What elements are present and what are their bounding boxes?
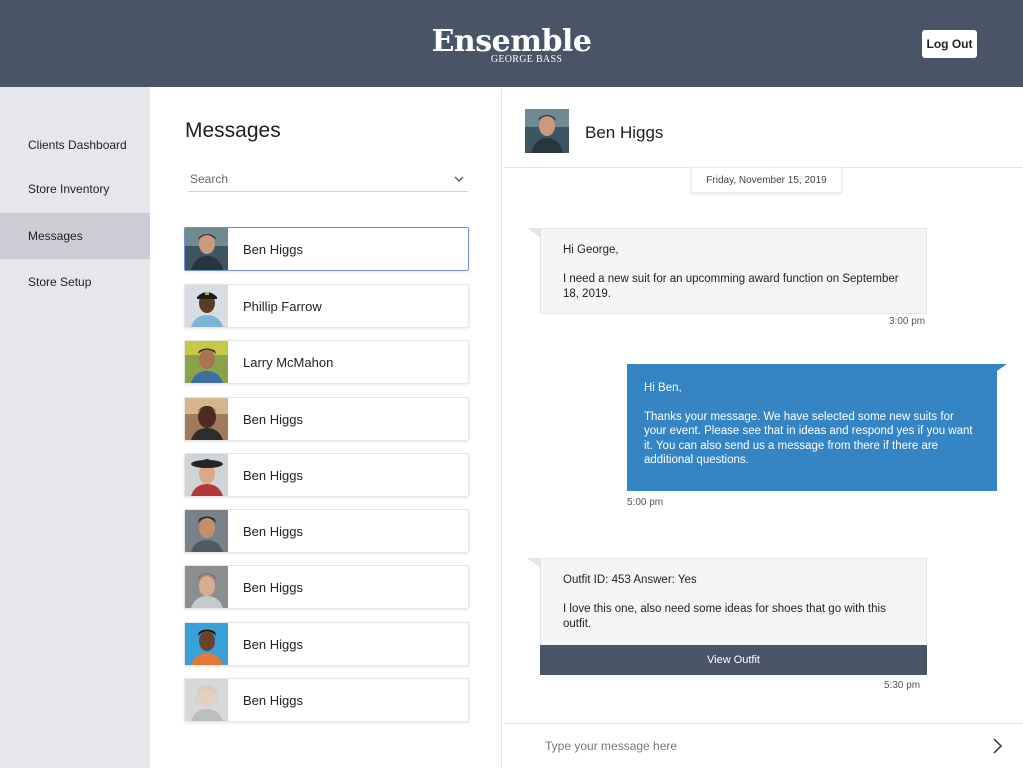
sidebar-item-store-inventory[interactable]: Store Inventory [0, 166, 150, 212]
app-header: Ensemble GEORGE BASS Log Out [0, 0, 1023, 87]
avatar [185, 285, 228, 327]
avatar [185, 566, 228, 608]
avatar [185, 623, 228, 665]
contact-name: Ben Higgs [243, 692, 303, 708]
brand-subtitle: GEORGE BASS [490, 54, 563, 65]
contact-name: Ben Higgs [243, 411, 303, 427]
contact-item[interactable]: Larry McMahon [184, 340, 469, 384]
avatar [185, 341, 228, 383]
chat-contact-name: Ben Higgs [585, 123, 664, 142]
chat-header: Ben Higgs [503, 87, 1023, 168]
avatar [185, 510, 228, 552]
search-placeholder: Search [190, 172, 229, 186]
contact-name: Ben Higgs [243, 523, 303, 539]
avatar [185, 454, 228, 496]
message-timestamp: 5:30 pm [884, 680, 921, 691]
contact-name: Larry McMahon [243, 354, 334, 370]
messages-list-panel: Messages Search Ben Higgs Phillip Farrow… [150, 87, 502, 768]
contact-name: Ben Higgs [243, 636, 303, 652]
contact-item[interactable]: Ben Higgs [184, 509, 469, 553]
view-outfit-button[interactable]: View Outfit [540, 645, 927, 675]
brand-logo: Ensemble GEORGE BASS [0, 26, 1023, 66]
avatar [525, 109, 569, 153]
contact-item[interactable]: Ben Higgs [184, 622, 469, 666]
contact-name: Ben Higgs [243, 467, 303, 483]
contact-name: Ben Higgs [243, 241, 303, 257]
contact-item[interactable]: Ben Higgs [184, 227, 469, 271]
contact-item[interactable]: Ben Higgs [184, 453, 469, 497]
message-text: Hi Ben, [644, 382, 682, 394]
avatar [185, 228, 228, 270]
chat-panel: Ben Higgs Friday, November 15, 2019 Hi G… [503, 87, 1023, 768]
avatar [185, 679, 228, 721]
sidebar: Clients Dashboard Store Inventory Messag… [0, 87, 150, 768]
logout-button[interactable]: Log Out [922, 30, 977, 58]
message-text: I love this one, also need some ideas fo… [563, 603, 886, 630]
contact-name: Phillip Farrow [243, 298, 322, 314]
message-text: Thanks your message. We have selected so… [644, 410, 973, 467]
contact-item[interactable]: Ben Higgs [184, 678, 469, 722]
contact-name: Ben Higgs [243, 579, 303, 595]
message-text: Hi George, [563, 244, 619, 256]
date-separator: Friday, November 15, 2019 [691, 167, 842, 193]
incoming-message: Hi George, I need a new suit for an upco… [527, 228, 927, 314]
contact-item[interactable]: Ben Higgs [184, 397, 469, 441]
sidebar-item-clients-dashboard[interactable]: Clients Dashboard [0, 122, 150, 168]
avatar [185, 398, 228, 440]
chevron-down-icon [454, 176, 464, 182]
search-dropdown[interactable]: Search [188, 167, 468, 192]
message-input[interactable] [545, 739, 965, 753]
message-timestamp: 3:00 pm [889, 316, 926, 327]
sidebar-item-store-setup[interactable]: Store Setup [0, 259, 150, 305]
message-text: I need a new suit for an upcomming award… [563, 273, 899, 300]
contact-item[interactable]: Phillip Farrow [184, 284, 469, 328]
contact-item[interactable]: Ben Higgs [184, 565, 469, 609]
compose-bar [503, 723, 1023, 768]
page-title: Messages [185, 119, 281, 142]
sidebar-item-messages[interactable]: Messages [0, 213, 150, 259]
message-text: Outfit ID: 453 Answer: Yes [563, 574, 697, 586]
send-icon[interactable] [989, 736, 1007, 756]
outgoing-message: Hi Ben, Thanks your message. We have sel… [627, 364, 1007, 491]
incoming-message: Outfit ID: 453 Answer: Yes I love this o… [527, 558, 927, 646]
message-timestamp: 5:00 pm [627, 497, 664, 508]
